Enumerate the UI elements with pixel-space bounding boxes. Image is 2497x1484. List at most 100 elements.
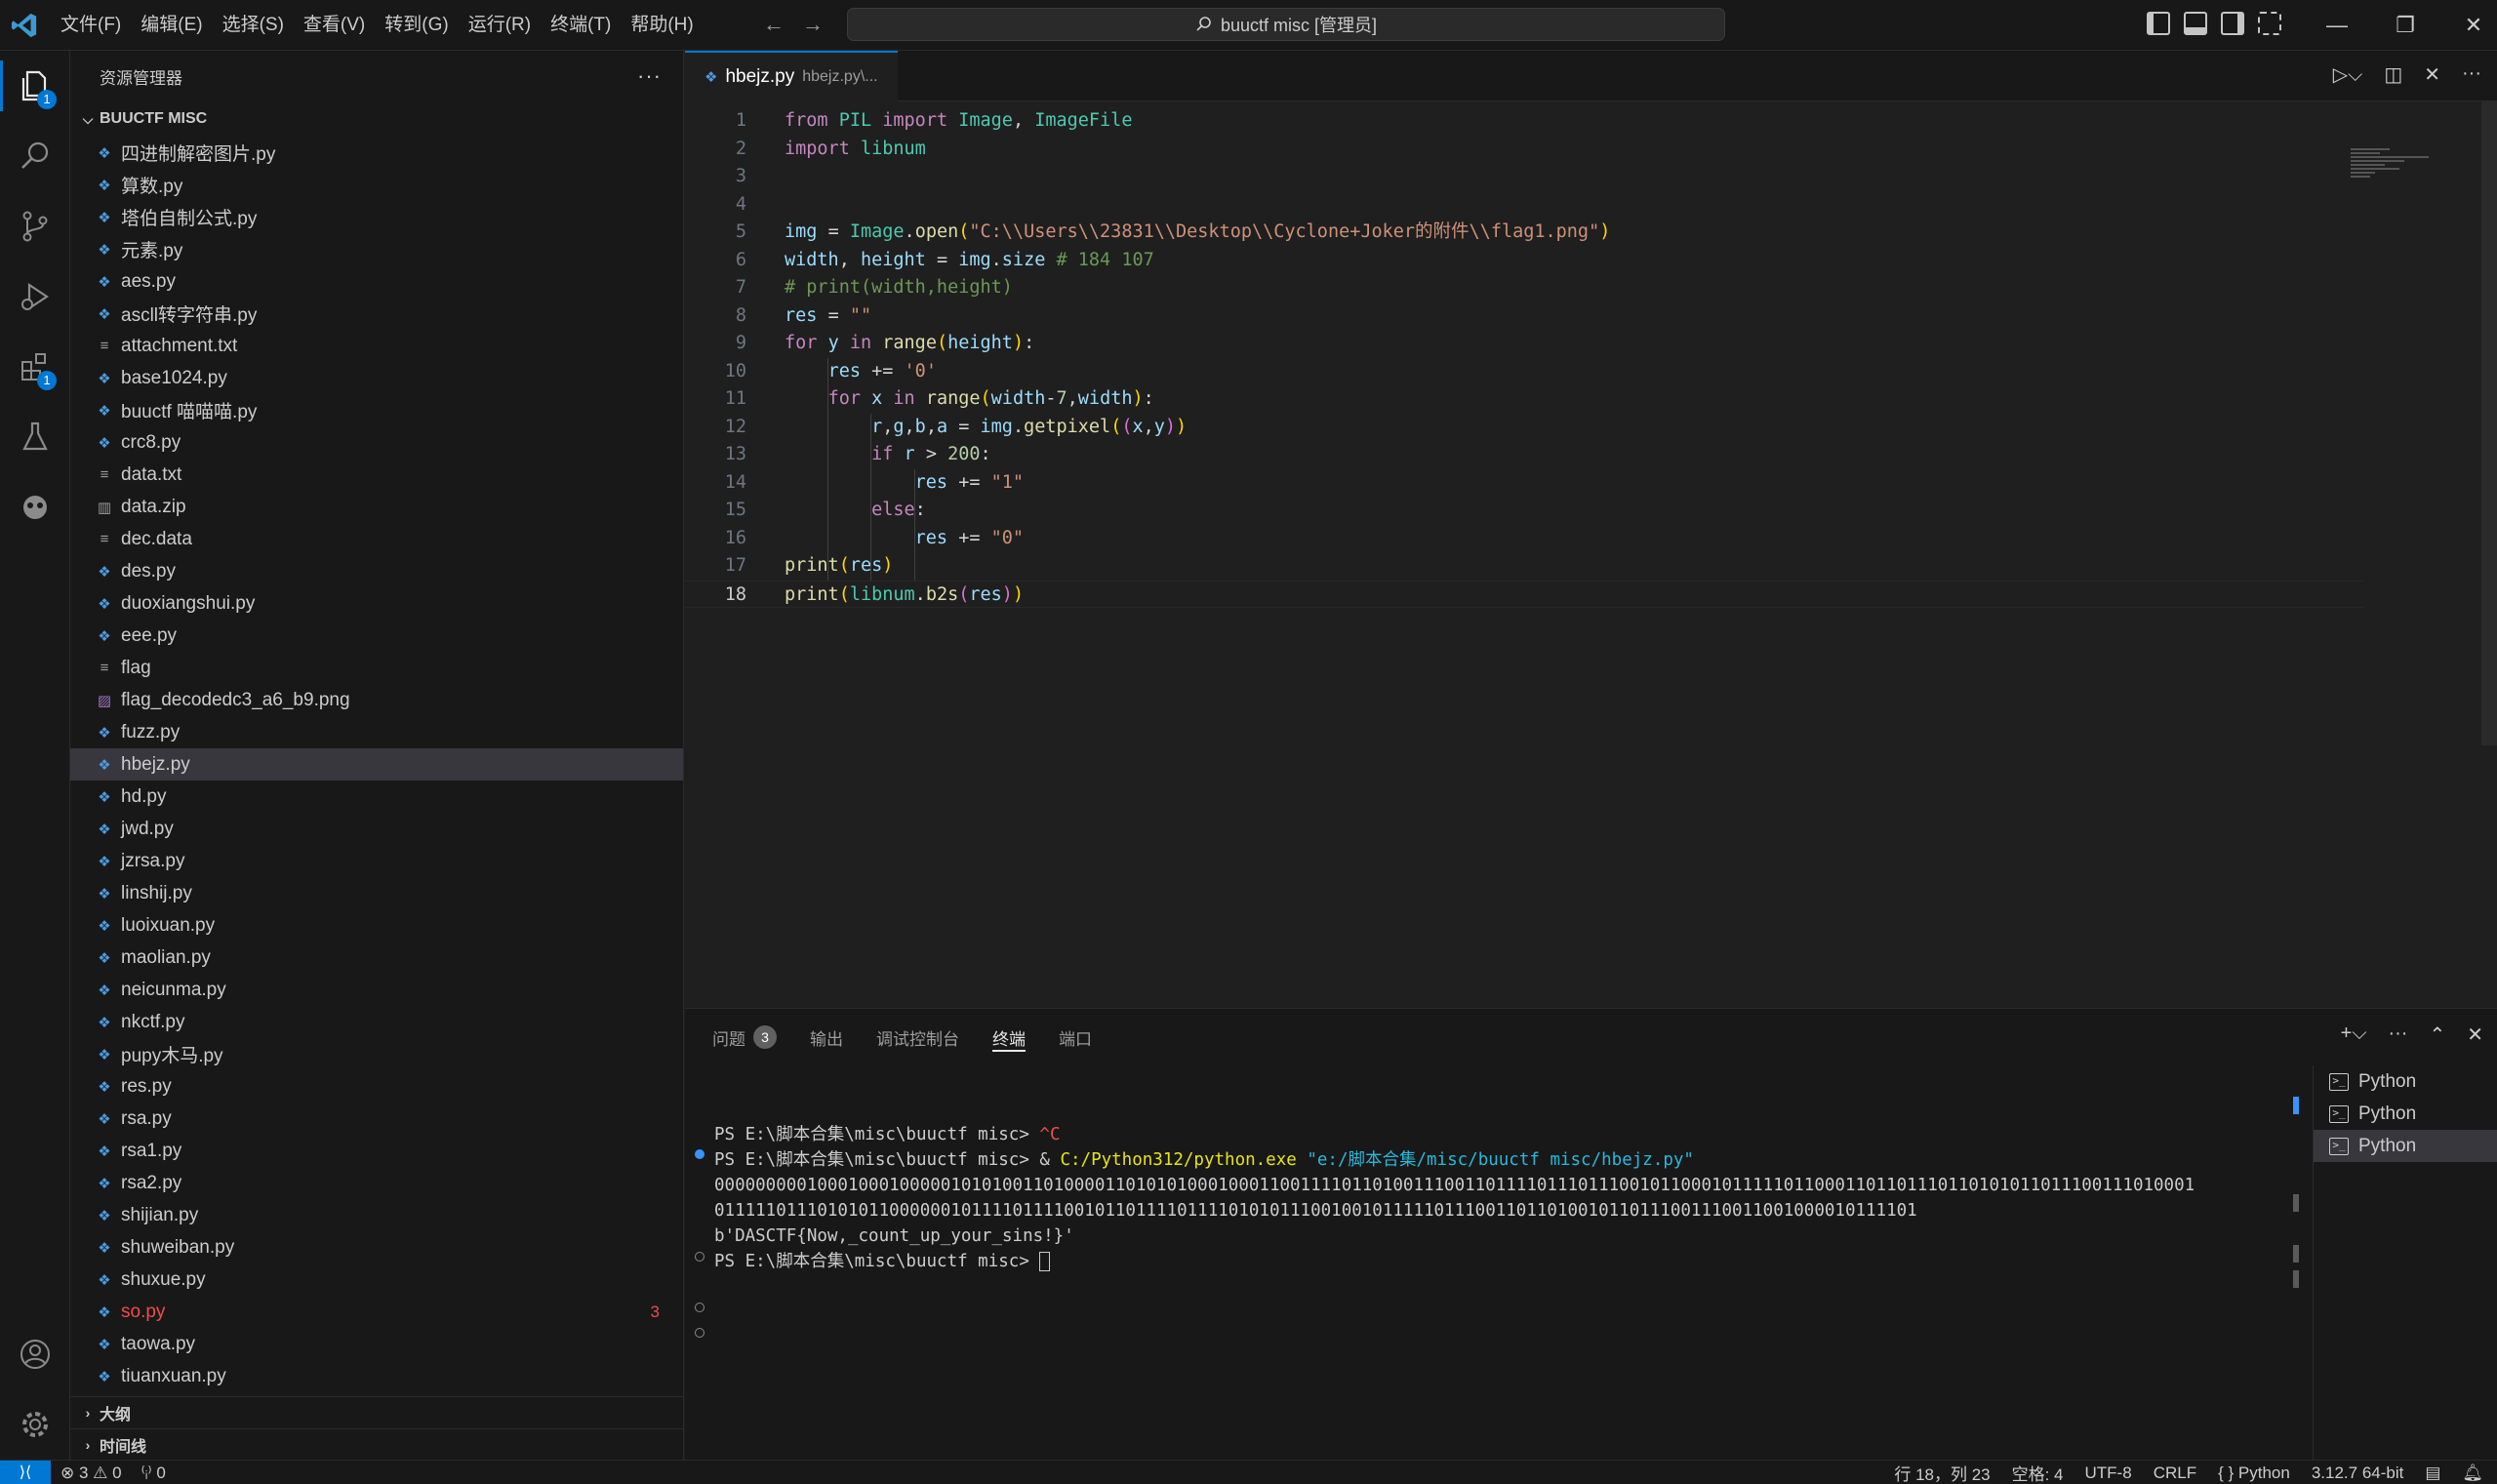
file-item[interactable]: ❖ hd.py [70,781,683,813]
file-item[interactable]: ❖ fuzz.py [70,716,683,748]
file-item[interactable]: ❖ jzrsa.py [70,845,683,877]
terminal-output[interactable]: PS E:\脚本合集\misc\buuctf misc> ^C PS E:\脚本… [685,1065,2295,1436]
file-item[interactable]: ❖ buuctf 喵喵喵.py [70,394,683,426]
maximize-panel-icon[interactable]: ⌃ [2429,1023,2445,1047]
extensions-icon[interactable]: 1 [0,332,70,402]
menu-help[interactable]: 帮助(H) [621,9,703,42]
cursor-position[interactable]: 行 18，列 23 [1894,1461,1990,1484]
back-arrow-icon[interactable]: ← [761,12,786,37]
file-item[interactable]: ❖ taowa.py [70,1328,683,1360]
code-line[interactable]: 6 width, height = img.size # 184 107 [685,247,2363,275]
file-item[interactable]: ❖ aes.py [70,265,683,298]
code-line[interactable]: 18 print(libnum.b2s(res)) [685,580,2363,608]
file-item[interactable]: ❖ shuxue.py [70,1263,683,1296]
close-panel-icon[interactable]: ✕ [2467,1023,2483,1047]
tab-problems[interactable]: 问题 3 [712,1009,777,1065]
code-line[interactable]: 11 for x in range(width-7,width): [685,385,2363,414]
explorer-icon[interactable]: 1 [0,51,70,121]
code-line[interactable]: 10 res += '0' [685,358,2363,386]
problems-status[interactable]: ⊗ 3 ⚠ 0 [60,1464,122,1483]
run-file-icon[interactable]: ▷⌵ [2333,62,2363,87]
customize-layout-icon[interactable] [2258,12,2281,35]
terminal-instance[interactable]: >_ Python [2314,1065,2497,1098]
search-icon[interactable] [0,121,70,191]
file-item[interactable]: ≡ dec.data [70,523,683,555]
file-item[interactable]: ❖ ascll转字符串.py [70,298,683,330]
editor-scrollbar[interactable] [2481,101,2497,745]
file-item[interactable]: ❖ eee.py [70,620,683,652]
file-item[interactable]: ≡ flag [70,652,683,684]
file-item[interactable]: ❖ neicunma.py [70,974,683,1006]
file-item[interactable]: ❖ shijian.py [70,1199,683,1231]
toggle-primary-sidebar-icon[interactable] [2147,12,2170,35]
close-editor-icon[interactable]: ✕ [2424,62,2440,87]
code-line[interactable]: 13 if r > 200: [685,441,2363,469]
split-editor-icon[interactable]: ◫ [2384,62,2402,87]
file-item[interactable]: ❖ base1024.py [70,362,683,394]
code-line[interactable]: 7 # print(width,height) [685,274,2363,302]
terminal-instance[interactable]: >_ Python [2314,1098,2497,1130]
notifications-bell-icon[interactable]: 🔔︎ [2462,1464,2483,1483]
remote-indicator-icon[interactable]: ⟩⟨ [0,1461,51,1484]
tab-ports[interactable]: 端口 [1059,1009,1092,1065]
code-line[interactable]: 9 for y in range(height): [685,330,2363,358]
ports-status[interactable]: ⁽ᵢ⁾ 0 [141,1464,166,1483]
command-decoration-icon[interactable] [695,1328,705,1338]
code-line[interactable]: 14 res += "1" [685,469,2363,498]
accounts-icon[interactable] [0,1319,70,1389]
file-item[interactable]: ▨ flag_decodedc3_a6_b9.png [70,684,683,716]
file-item[interactable]: ▥ data.zip [70,491,683,523]
encoding[interactable]: UTF-8 [2085,1464,2132,1483]
toggle-secondary-sidebar-icon[interactable] [2221,12,2244,35]
terminal-instance[interactable]: >_ Python [2314,1130,2497,1162]
file-item[interactable]: ❖ 元素.py [70,233,683,265]
file-item[interactable]: ≡ data.txt [70,459,683,491]
code-editor[interactable]: 1 from PIL import Image, ImageFile 2 import… [685,101,2363,1007]
forward-arrow-icon[interactable]: → [800,12,826,37]
outline-section-header[interactable]: › 大纲 [70,1396,684,1428]
code-line[interactable]: 16 res += "0" [685,525,2363,553]
file-item[interactable]: ❖ nkctf.py [70,1006,683,1038]
tab-debug-console[interactable]: 调试控制台 [876,1009,959,1065]
menu-selection[interactable]: 选择(S) [213,9,294,42]
editor-more-icon[interactable]: ··· [2462,62,2481,87]
indentation[interactable]: 空格: 4 [2012,1461,2064,1484]
toggle-panel-icon[interactable] [2184,12,2207,35]
command-success-icon[interactable] [695,1149,705,1159]
menu-terminal[interactable]: 终端(T) [541,9,621,42]
file-item[interactable]: ❖ rsa.py [70,1103,683,1135]
code-line[interactable]: 2 import libnum [685,136,2363,164]
tab-output[interactable]: 输出 [810,1009,843,1065]
file-item[interactable]: ❖ 四进制解密图片.py [70,137,683,169]
code-line[interactable]: 3 [685,163,2363,191]
new-terminal-icon[interactable]: +⌵ [2341,1023,2367,1047]
editor-tab-hbejz[interactable]: ❖ hbejz.py hbejz.py\... [685,51,898,101]
code-line[interactable]: 12 r,g,b,a = img.getpixel((x,y)) [685,414,2363,442]
command-decoration-icon[interactable] [695,1252,705,1262]
file-item[interactable]: ❖ hbejz.py [70,748,683,781]
file-item[interactable]: ❖ so.py 3 [70,1296,683,1328]
python-interpreter[interactable]: 3.12.7 64-bit [2312,1464,2404,1483]
file-item[interactable]: ❖ des.py [70,555,683,587]
minimize-icon[interactable]: — [2303,0,2371,51]
file-item[interactable]: ❖ res.py [70,1070,683,1103]
remote-explorer-icon[interactable] [0,472,70,542]
file-item[interactable]: ❖ linshij.py [70,877,683,909]
file-item[interactable]: ❖ shuweiban.py [70,1231,683,1263]
command-decoration-icon[interactable] [695,1303,705,1312]
tab-terminal[interactable]: 终端 [992,1009,1026,1065]
run-debug-icon[interactable] [0,261,70,332]
layout-icon[interactable]: ▤ [2425,1464,2440,1483]
code-line[interactable]: 1 from PIL import Image, ImageFile [685,107,2363,136]
file-item[interactable]: ≡ attachment.txt [70,330,683,362]
timeline-section-header[interactable]: › 时间线 [70,1428,684,1461]
file-item[interactable]: ❖ 塔伯自制公式.py [70,201,683,233]
panel-more-icon[interactable]: ··· [2388,1023,2407,1047]
menu-edit[interactable]: 编辑(E) [131,9,212,42]
menu-go[interactable]: 转到(G) [375,9,458,42]
file-item[interactable]: ❖ rsa2.py [70,1167,683,1199]
file-item[interactable]: ❖ rsa1.py [70,1135,683,1167]
code-line[interactable]: 17 print(res) [685,552,2363,581]
code-line[interactable]: 15 else: [685,497,2363,525]
command-center[interactable]: buuctf misc [管理员] [847,8,1725,41]
